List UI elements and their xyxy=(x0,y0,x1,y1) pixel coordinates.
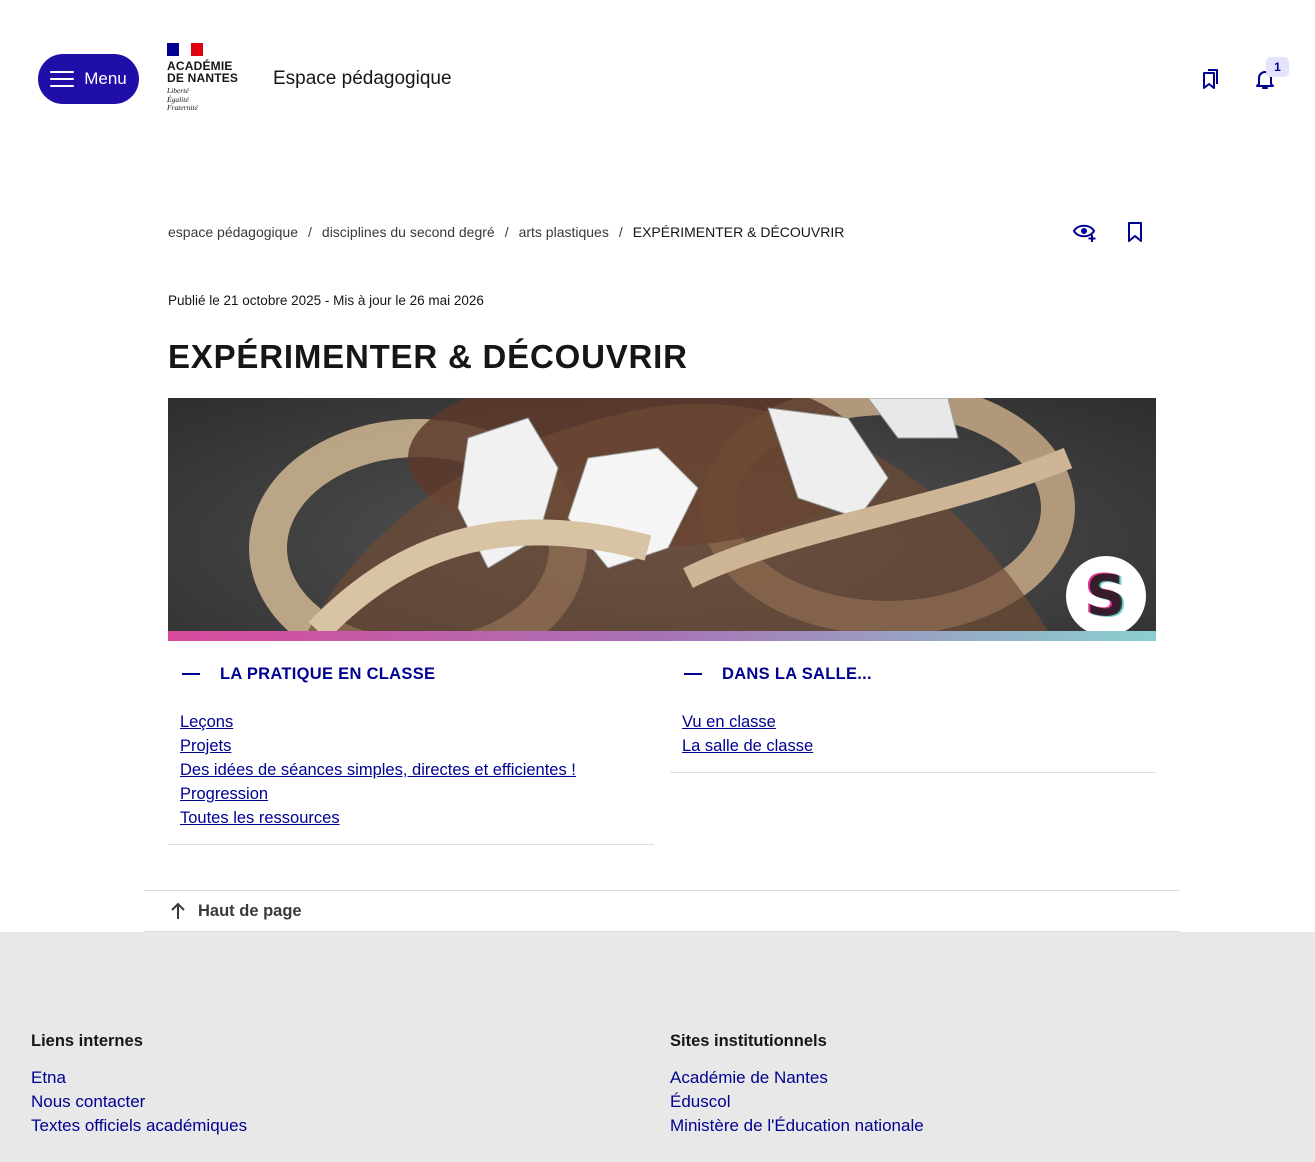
breadcrumb-separator: / xyxy=(308,224,312,240)
breadcrumb: espace pédagogique / disciplines du seco… xyxy=(168,224,844,240)
publication-date: Publié le 21 octobre 2025 - Mis à jour l… xyxy=(168,293,484,308)
section-link[interactable]: Leçons xyxy=(180,713,233,731)
bookmarks-icon[interactable] xyxy=(1199,66,1223,92)
collapse-icon xyxy=(684,673,702,675)
breadcrumb-separator: / xyxy=(504,224,509,240)
footer-link[interactable]: Nous contacter xyxy=(31,1092,145,1111)
collapse-icon xyxy=(182,673,200,675)
section-link[interactable]: Des idées de séances simples, directes e… xyxy=(180,761,576,779)
page-title: EXPÉRIMENTER & DÉCOUVRIR xyxy=(168,338,688,375)
back-to-top-link[interactable]: Haut de page xyxy=(144,890,1180,932)
academy-logo[interactable]: ACADÉMIE DE NANTES Liberté Égalité Frate… xyxy=(167,43,247,118)
section-link[interactable]: Vu en classe xyxy=(682,713,776,731)
footer-column-title: Liens internes xyxy=(31,1032,143,1050)
footer-institutional-links: Sites institutionnels Académie de Nantes… xyxy=(670,1032,924,1138)
logo-name-line2: DE NANTES xyxy=(167,71,239,85)
breadcrumb-item[interactable]: arts plastiques xyxy=(519,224,609,240)
eye-plus-icon[interactable] xyxy=(1072,219,1098,245)
banner-image: S S S xyxy=(168,398,1156,641)
section-link[interactable]: La salle de classe xyxy=(682,737,813,755)
back-to-top-label: Haut de page xyxy=(198,901,302,920)
footer-link[interactable]: Ministère de l'Éducation nationale xyxy=(670,1116,924,1135)
breadcrumb-separator: / xyxy=(618,224,623,240)
banner-gradient-strip xyxy=(168,631,1156,641)
menu-icon xyxy=(50,71,75,87)
bookmark-icon[interactable] xyxy=(1122,219,1148,245)
footer-column-title: Sites institutionnels xyxy=(670,1032,827,1050)
svg-text:S: S xyxy=(1086,568,1126,624)
section-pratique-en-classe: LA PRATIQUE EN CLASSE Leçons Projets Des… xyxy=(168,655,654,845)
notification-badge: 1 xyxy=(1266,57,1289,77)
site-header: Menu ACADÉMIE DE NANTES Liberté Égalité … xyxy=(0,0,1315,160)
sculpture-illustration xyxy=(249,398,1075,631)
footer-link[interactable]: Etna xyxy=(31,1068,66,1087)
section-title: DANS LA SALLE... xyxy=(722,664,872,683)
breadcrumb-item[interactable]: espace pédagogique xyxy=(168,224,298,240)
section-link[interactable]: Projets xyxy=(180,737,231,755)
section-header[interactable]: DANS LA SALLE... xyxy=(670,655,1156,693)
menu-button[interactable]: Menu xyxy=(38,54,139,104)
footer-link[interactable]: Textes officiels académiques xyxy=(31,1116,247,1135)
menu-button-label: Menu xyxy=(84,69,127,88)
section-header[interactable]: LA PRATIQUE EN CLASSE xyxy=(168,655,654,693)
arrow-up-icon xyxy=(170,902,186,920)
site-footer: Liens internes Etna Nous contacter Texte… xyxy=(0,932,1315,1162)
french-flag-icon xyxy=(167,43,203,56)
s-logo-icon: S S S xyxy=(1066,556,1146,636)
breadcrumb-item[interactable]: disciplines du second degré xyxy=(322,224,495,240)
section-title: LA PRATIQUE EN CLASSE xyxy=(220,664,436,683)
section-dans-la-salle: DANS LA SALLE... Vu en classe La salle d… xyxy=(670,655,1156,773)
site-title[interactable]: Espace pédagogique xyxy=(273,68,452,90)
footer-link[interactable]: Académie de Nantes xyxy=(670,1068,828,1087)
logo-motto: Liberté Égalité Fraternité xyxy=(167,86,198,112)
footer-internal-links: Liens internes Etna Nous contacter Texte… xyxy=(31,1032,247,1138)
section-link[interactable]: Progression xyxy=(180,785,268,803)
section-link[interactable]: Toutes les ressources xyxy=(180,809,340,827)
footer-link[interactable]: Éduscol xyxy=(670,1092,730,1111)
breadcrumb-current: EXPÉRIMENTER & DÉCOUVRIR xyxy=(632,224,845,240)
